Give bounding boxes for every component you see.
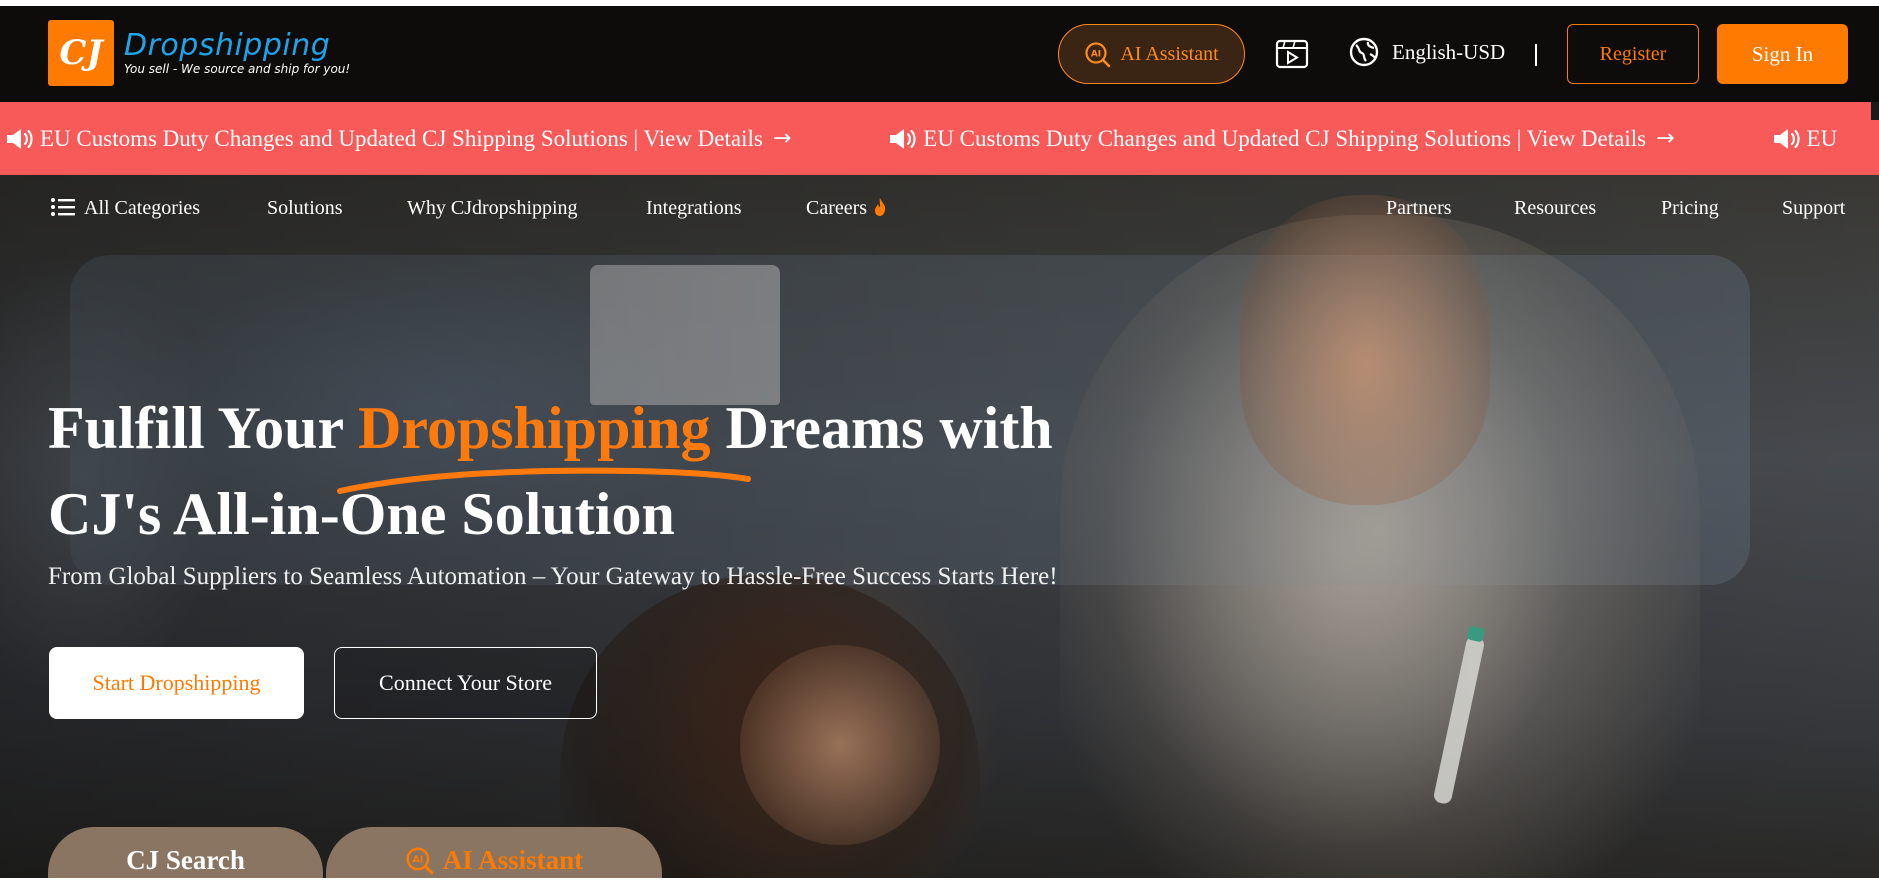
speaker-icon — [7, 128, 33, 149]
start-dropshipping-button[interactable]: Start Dropshipping — [49, 647, 304, 719]
nav-all-categories[interactable]: All Categories — [50, 197, 200, 220]
language-selector[interactable]: English-USD — [1348, 36, 1505, 68]
logo-text: Dropshipping You sell - We source and sh… — [124, 28, 351, 77]
bottom-edge — [0, 878, 1879, 883]
video-play-icon[interactable] — [1275, 38, 1309, 70]
announcement-item[interactable]: EU — [1771, 125, 1838, 152]
tab-ai-label: AI Assistant — [442, 844, 584, 875]
language-label: English-USD — [1392, 39, 1506, 64]
globe-icon — [1349, 37, 1379, 67]
arrow-right-icon: → — [772, 126, 792, 151]
tab-ai-assistant[interactable]: AI AI Assistant — [326, 827, 662, 883]
announcement-bar[interactable]: EU Customs Duty Changes and Updated CJ S… — [0, 102, 1879, 175]
ai-icon: AI — [406, 847, 434, 875]
header-divider — [1535, 44, 1537, 66]
nav-integrations[interactable]: Integrations — [646, 197, 742, 220]
announcement-text-truncated: EU — [1806, 125, 1838, 151]
flame-icon — [875, 198, 886, 216]
logo-name: Dropshipping — [124, 28, 331, 63]
sign-in-button[interactable]: Sign In — [1717, 24, 1848, 84]
logo-tagline: You sell - We source and ship for you! — [124, 62, 351, 76]
svg-text:AI: AI — [1091, 50, 1101, 60]
announcement-text: EU Customs Duty Changes and Updated CJ S… — [923, 125, 1647, 151]
hero-section: All Categories Solutions Why CJdropshipp… — [0, 175, 1879, 883]
ai-assistant-button[interactable]: AI AI Assistant — [1058, 24, 1245, 84]
hero-subheadline: From Global Suppliers to Seamless Automa… — [48, 563, 1058, 590]
list-icon — [51, 198, 75, 216]
nav-all-categories-label: All Categories — [84, 197, 201, 219]
nav-careers[interactable]: Careers — [806, 197, 887, 220]
nav-solutions[interactable]: Solutions — [267, 197, 343, 220]
headline-part: Fulfill Your — [48, 395, 359, 461]
announcement-item[interactable]: EU Customs Duty Changes and Updated CJ S… — [887, 125, 1675, 152]
category-nav: All Categories Solutions Why CJdropshipp… — [0, 175, 1879, 245]
scroll-edge — [1871, 102, 1879, 120]
brush-underline — [337, 467, 751, 494]
register-button[interactable]: Register — [1567, 24, 1699, 84]
nav-partners[interactable]: Partners — [1386, 197, 1452, 220]
headline-part: Dreams with — [710, 395, 1053, 461]
svg-text:AI: AI — [412, 855, 423, 866]
nav-support[interactable]: Support — [1782, 197, 1845, 220]
ai-assistant-label: AI Assistant — [1120, 42, 1219, 65]
speaker-icon — [890, 128, 916, 149]
speaker-icon — [1773, 128, 1800, 149]
nav-pricing[interactable]: Pricing — [1661, 197, 1719, 220]
site-header: CJ Dropshipping You sell - We source and… — [0, 6, 1879, 102]
announcement-text: EU Customs Duty Changes and Updated CJ S… — [40, 125, 763, 151]
headline-accent: Dropshipping — [358, 395, 711, 461]
logo-mark: CJ — [48, 20, 114, 86]
tab-cj-search[interactable]: CJ Search — [48, 827, 323, 883]
announcement-track: EU Customs Duty Changes and Updated CJ S… — [4, 102, 1879, 175]
nav-resources[interactable]: Resources — [1514, 197, 1596, 220]
ai-icon: AI — [1085, 42, 1111, 68]
nav-why-cjdropshipping[interactable]: Why CJdropshipping — [407, 197, 578, 220]
connect-store-button[interactable]: Connect Your Store — [334, 647, 597, 719]
announcement-item[interactable]: EU Customs Duty Changes and Updated CJ S… — [4, 126, 791, 152]
nav-careers-label: Careers — [806, 197, 868, 219]
logo[interactable]: CJ Dropshipping You sell - We source and… — [48, 20, 350, 86]
arrow-right-icon: → — [1656, 126, 1675, 151]
